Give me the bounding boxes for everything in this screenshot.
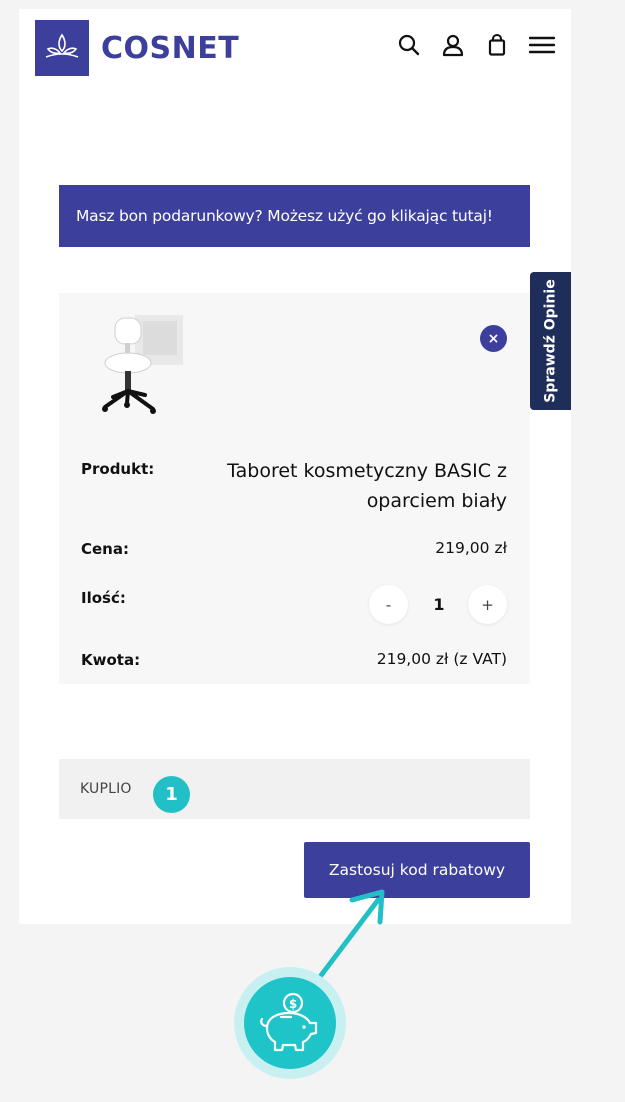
- product-image[interactable]: [83, 315, 183, 425]
- svg-text:$: $: [289, 997, 297, 1011]
- piggy-bank-icon: $: [244, 977, 336, 1069]
- menu-icon[interactable]: [529, 33, 555, 57]
- account-icon[interactable]: [441, 33, 465, 57]
- bag-icon[interactable]: [485, 33, 509, 57]
- search-icon[interactable]: [397, 33, 421, 57]
- step-number-badge: 1: [153, 776, 190, 813]
- total-label: Kwota:: [81, 651, 141, 669]
- header-actions: [397, 33, 555, 57]
- piggy-bank-badge: $: [234, 967, 346, 1079]
- quantity-value[interactable]: 1: [432, 595, 446, 614]
- price-value: 219,00 zł: [435, 539, 507, 557]
- product-label: Produkt:: [81, 460, 155, 478]
- reviews-side-tab-label: Sprawdź Opinie: [542, 279, 559, 403]
- quantity-decrease-button[interactable]: -: [369, 585, 408, 624]
- apply-coupon-button[interactable]: Zastosuj kod rabatowy: [304, 842, 530, 898]
- brand-name: COSNET: [101, 30, 240, 66]
- price-label: Cena:: [81, 540, 129, 558]
- total-value: 219,00 zł (z VAT): [376, 650, 507, 668]
- coupon-code-input[interactable]: KUPLIO: [59, 759, 530, 819]
- quantity-label: Ilość:: [81, 589, 126, 607]
- brand-logo[interactable]: COSNET: [35, 20, 239, 76]
- reviews-side-tab[interactable]: Sprawdź Opinie: [530, 272, 571, 410]
- remove-item-button[interactable]: ×: [480, 325, 507, 352]
- product-name[interactable]: Taboret kosmetyczny BASIC z oparciem bia…: [207, 456, 507, 516]
- logo-icon: [35, 20, 89, 76]
- cart-item-card: × Produkt: Taboret kosmetyczny BASIC z o…: [59, 293, 530, 684]
- page-container: COSNET Masz bon podarunkowy? Możesz użyć…: [19, 9, 571, 924]
- quantity-increase-button[interactable]: +: [468, 585, 507, 624]
- gift-card-banner[interactable]: Masz bon podarunkowy? Możesz użyć go kli…: [59, 185, 530, 247]
